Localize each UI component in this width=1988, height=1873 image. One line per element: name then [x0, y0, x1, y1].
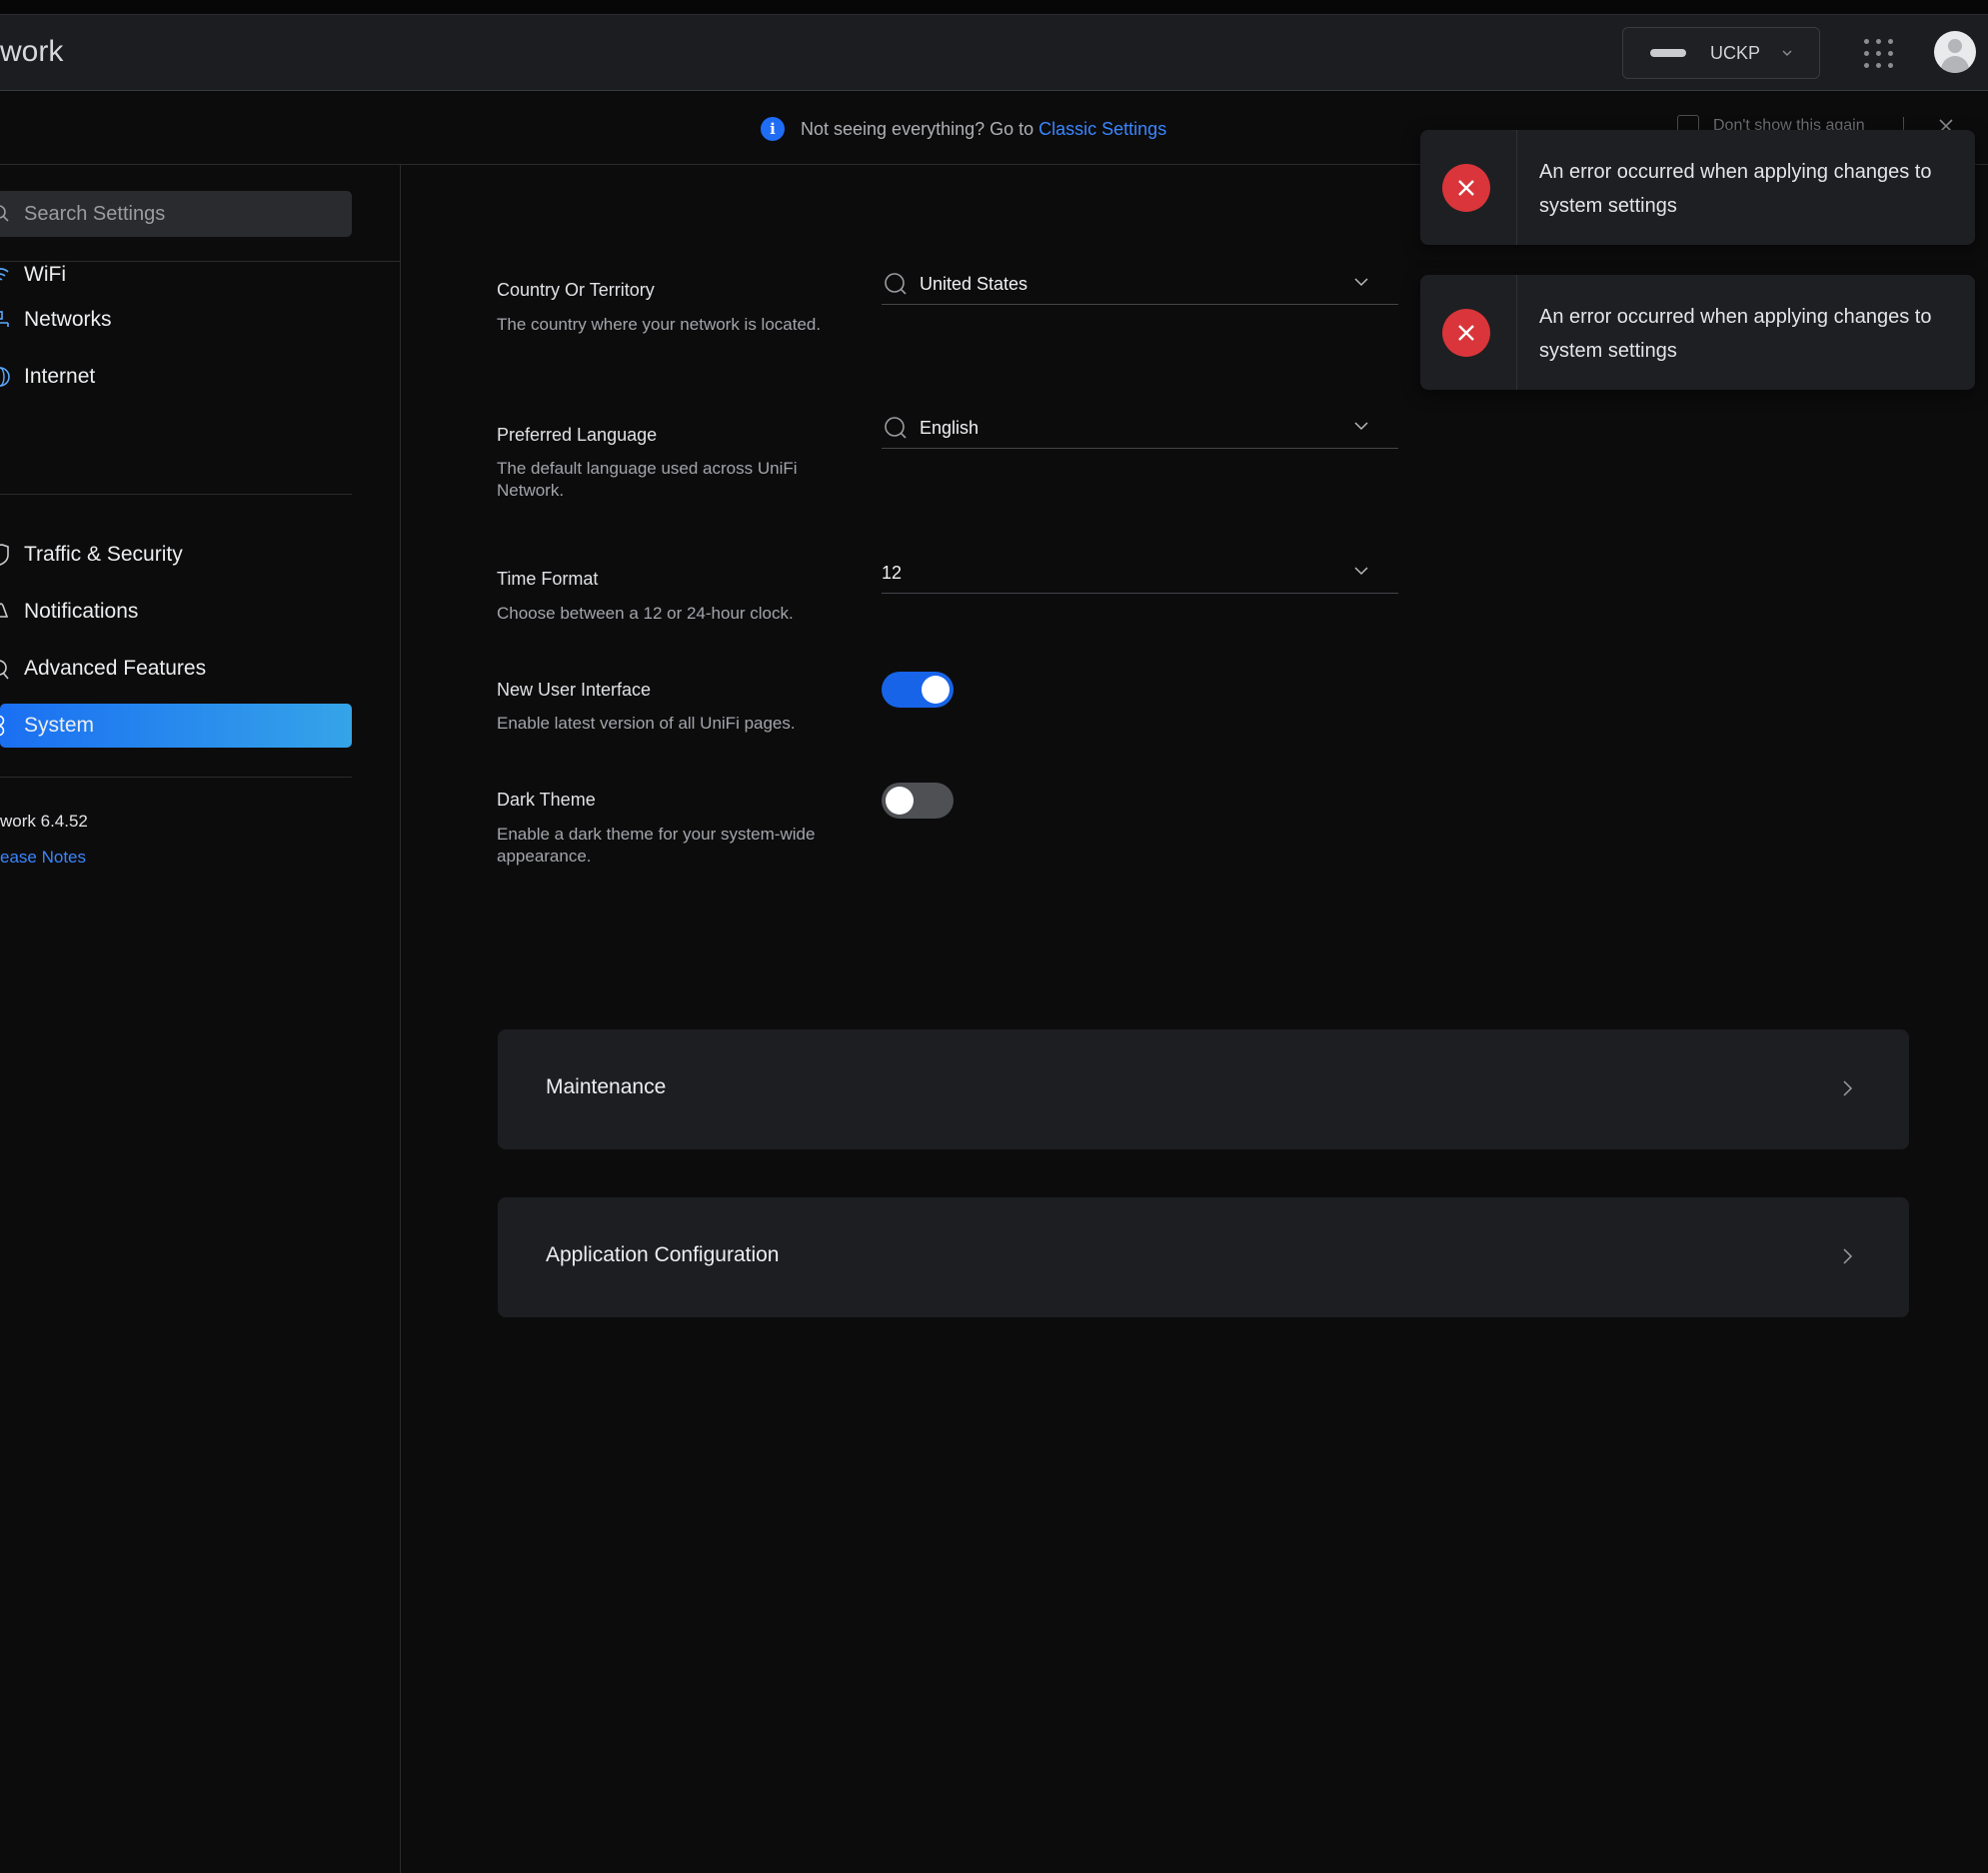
toast-message: An error occurred when applying changes …: [1539, 306, 1932, 362]
app-header: work UCKP: [0, 15, 1988, 91]
chevron-down-icon: [1354, 567, 1368, 576]
search-box[interactable]: [0, 191, 352, 237]
toggle-knob: [886, 787, 914, 815]
sidebar-item-system[interactable]: System: [0, 704, 352, 748]
sidebar-item-internet[interactable]: Internet: [0, 355, 352, 399]
app-config-label: Application Configuration: [546, 1243, 780, 1266]
app-title: work: [0, 35, 64, 68]
sidebar-item-wifi[interactable]: WiFi: [0, 253, 352, 297]
country-value: United States: [920, 273, 1028, 294]
maintenance-label: Maintenance: [546, 1075, 667, 1098]
sidebar-item-label: Notifications: [24, 600, 139, 623]
sidebar-item-traffic-security[interactable]: Traffic & Security: [0, 533, 352, 577]
cloud-key-device-icon: [1650, 46, 1688, 60]
error-x-icon: [1442, 309, 1490, 357]
maintenance-panel[interactable]: Maintenance: [498, 1029, 1909, 1149]
wifi-icon: [0, 268, 9, 281]
settings-sidebar: WiFi Networks Internet Traffic & Securit…: [0, 165, 401, 1873]
chevron-down-icon: [1782, 50, 1792, 56]
new-ui-toggle[interactable]: [882, 672, 954, 708]
user-avatar[interactable]: [1934, 31, 1976, 73]
language-title: Preferred Language: [497, 425, 658, 445]
classic-settings-link[interactable]: Classic Settings: [1038, 119, 1166, 140]
networks-icon: [0, 311, 9, 327]
time-format-select[interactable]: 12: [882, 553, 1398, 594]
app-version: work 6.4.52: [0, 812, 88, 831]
search-input[interactable]: [22, 201, 316, 227]
banner-message: i Not seeing everything? Go to Classic S…: [761, 117, 1166, 141]
search-icon: [0, 205, 9, 222]
sidebar-item-label: WiFi: [24, 263, 66, 286]
chevron-down-icon: [1354, 278, 1368, 287]
toggle-knob: [922, 676, 950, 704]
banner-text: Not seeing everything? Go to: [801, 118, 1034, 139]
chevron-down-icon: [1354, 422, 1368, 431]
country-title: Country Or Territory: [497, 280, 655, 300]
sidebar-item-label: Advanced Features: [24, 657, 207, 680]
country-select[interactable]: United States: [882, 264, 1398, 305]
time-format-title: Time Format: [497, 569, 599, 589]
sidebar-item-label: Networks: [24, 308, 112, 331]
advanced-icon: [0, 660, 9, 680]
dark-theme-title: Dark Theme: [497, 790, 596, 810]
dark-theme-toggle[interactable]: [882, 783, 954, 819]
error-toast[interactable]: An error occurred when applying changes …: [1420, 275, 1975, 390]
app-grid-icon[interactable]: [1864, 39, 1894, 69]
system-icon: [0, 715, 5, 737]
chevron-right-icon: [1843, 1248, 1853, 1264]
error-x-icon: [1442, 164, 1490, 212]
sidebar-divider: [0, 777, 352, 778]
language-value: English: [920, 417, 980, 438]
time-format-value: 12: [882, 562, 903, 583]
language-select[interactable]: English: [882, 408, 1398, 449]
sidebar-item-label: Internet: [24, 365, 96, 388]
sidebar-item-label: System: [24, 714, 95, 737]
app-config-panel[interactable]: Application Configuration: [498, 1197, 1909, 1317]
new-ui-description: Enable latest version of all UniFi pages…: [497, 714, 796, 733]
toast-message: An error occurred when applying changes …: [1539, 161, 1932, 217]
device-selector-button[interactable]: UCKP: [1622, 27, 1820, 79]
dark-theme-description: Enable a dark theme for your system-wide…: [497, 825, 816, 866]
sidebar-item-networks[interactable]: Networks: [0, 298, 352, 342]
window-top-edge: [0, 0, 1988, 15]
time-format-description: Choose between a 12 or 24-hour clock.: [497, 604, 794, 623]
sidebar-item-notifications[interactable]: Notifications: [0, 590, 352, 634]
toast-divider: [1516, 275, 1517, 390]
release-notes-link[interactable]: ease Notes: [0, 848, 86, 868]
toast-divider: [1516, 130, 1517, 245]
device-name: UCKP: [1710, 42, 1761, 63]
search-icon: [885, 273, 907, 295]
error-toast[interactable]: An error occurred when applying changes …: [1420, 130, 1975, 245]
chevron-right-icon: [1843, 1080, 1853, 1096]
bell-icon: [0, 603, 9, 618]
sidebar-item-label: Traffic & Security: [24, 543, 183, 566]
globe-icon: [0, 367, 10, 387]
sidebar-divider: [0, 494, 352, 495]
language-description: The default language used across UniFi N…: [497, 459, 798, 500]
search-icon: [885, 417, 907, 439]
sidebar-item-advanced-features[interactable]: Advanced Features: [0, 647, 352, 691]
info-icon: i: [761, 117, 785, 141]
shield-icon: [0, 544, 9, 566]
country-description: The country where your network is locate…: [497, 315, 822, 334]
new-ui-title: New User Interface: [497, 680, 652, 700]
